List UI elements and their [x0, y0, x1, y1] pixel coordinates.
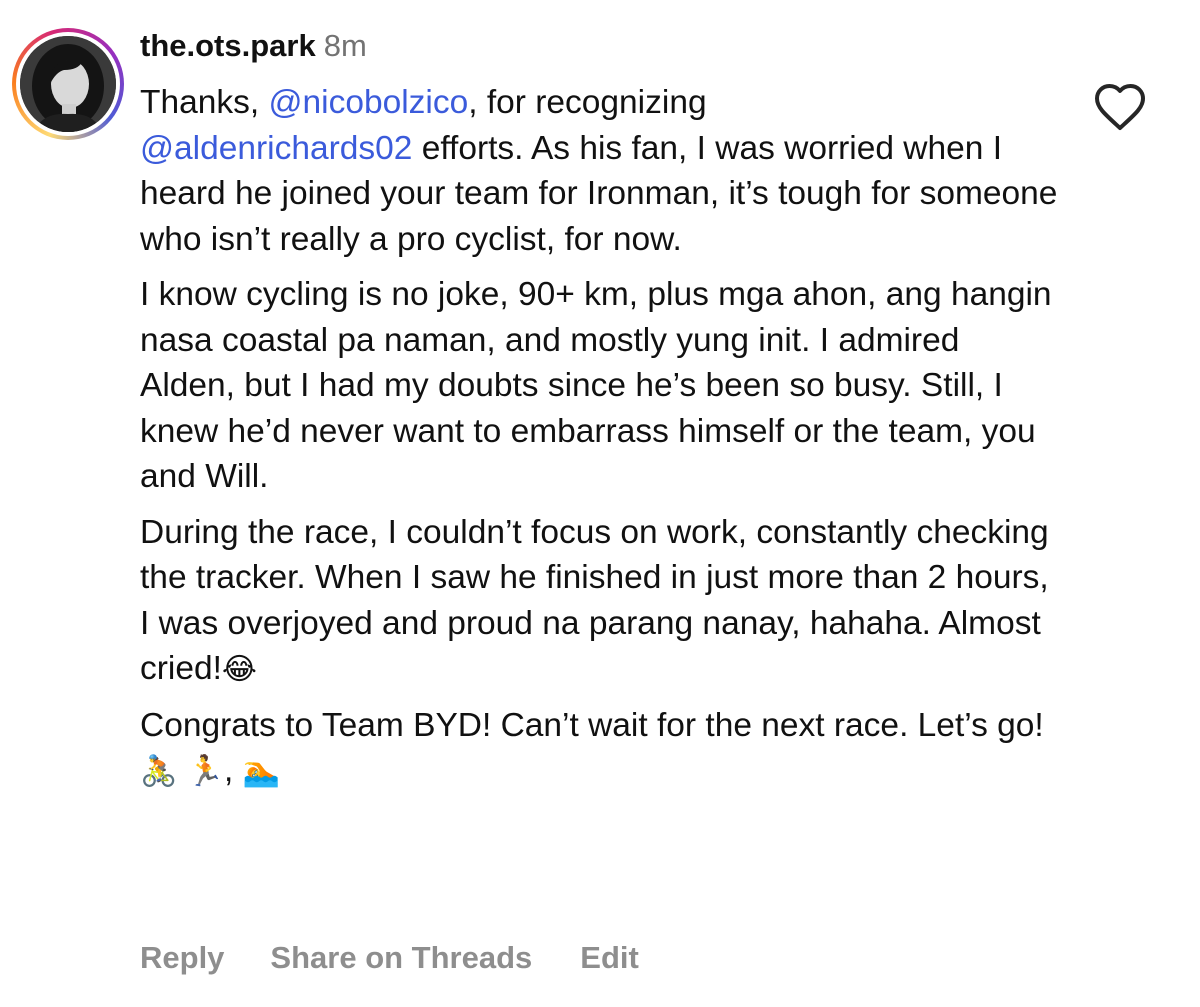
- avatar-photo: [20, 36, 116, 132]
- comment-header: the.ots.park 8m: [140, 24, 367, 68]
- mention-link-aldenrichards02[interactable]: @aldenrichards02: [140, 130, 412, 167]
- avatar-gap: [16, 32, 120, 136]
- comment-text: Thanks,: [140, 84, 269, 121]
- comment-paragraph-3: During the race, I couldn’t focus on wor…: [140, 510, 1060, 693]
- comment-avatar-ring[interactable]: [12, 28, 124, 140]
- runner-emoji: 🏃: [186, 754, 225, 789]
- laughing-emoji: 😂: [221, 652, 257, 687]
- comment-actions: Reply Share on Threads Edit: [140, 936, 639, 980]
- comment-timestamp: 8m: [323, 28, 367, 63]
- comment-text: , for recognizing: [468, 84, 707, 121]
- mention-link-nicobolzico[interactable]: @nicobolzico: [268, 84, 468, 121]
- swimmer-emoji: 🏊: [242, 754, 281, 789]
- comment-text: Congrats to Team BYD! Can’t wait for the…: [140, 706, 1044, 744]
- avatar[interactable]: [20, 36, 116, 132]
- comment-body: Thanks, @nicobolzico, for recognizing @al…: [140, 80, 1060, 805]
- comment-text: During the race, I couldn’t focus on wor…: [140, 513, 1049, 688]
- comment-paragraph-1: Thanks, @nicobolzico, for recognizing @al…: [140, 80, 1060, 262]
- heart-outline-icon[interactable]: [1093, 82, 1147, 132]
- comment-text: ,: [224, 752, 243, 789]
- comment-paragraph-2: I know cycling is no joke, 90+ km, plus …: [140, 276, 1052, 495]
- share-on-threads-button[interactable]: Share on Threads: [270, 936, 532, 980]
- username-link[interactable]: the.ots.park: [140, 28, 316, 63]
- edit-button[interactable]: Edit: [580, 936, 639, 980]
- comment-paragraph-4: Congrats to Team BYD! Can’t wait for the…: [140, 703, 1060, 795]
- reply-button[interactable]: Reply: [140, 936, 224, 980]
- cyclist-emoji: 🚴: [140, 754, 178, 789]
